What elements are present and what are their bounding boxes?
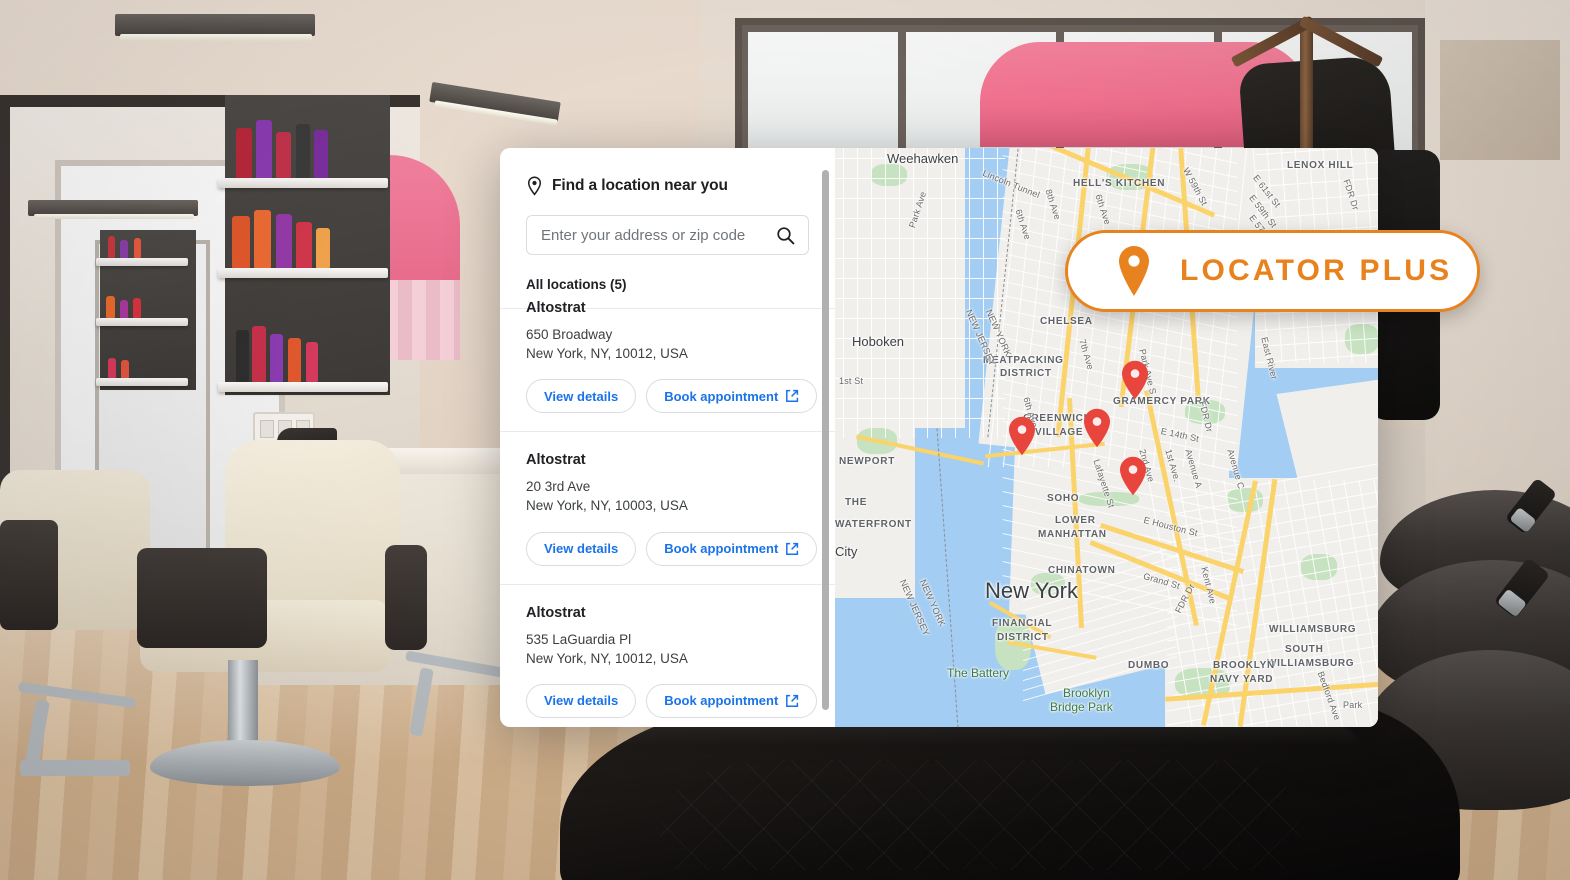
map-label: VILLAGE xyxy=(1035,427,1084,438)
badge-label: LOCATOR PLUS xyxy=(1180,254,1453,287)
map-label: Hoboken xyxy=(852,334,905,349)
book-appointment-label: Book appointment xyxy=(664,693,779,709)
location-actions: View details Book appointment xyxy=(526,379,818,414)
location-card[interactable]: Altostrat 650 Broadway New York, NY, 10012… xyxy=(500,280,835,433)
search-box[interactable] xyxy=(526,215,809,255)
location-actions: View details Book appointment xyxy=(526,683,818,718)
external-link-icon xyxy=(785,542,799,556)
locator-plus-badge: LOCATOR PLUS xyxy=(1065,230,1480,312)
locations-panel: Find a location near you All locations (… xyxy=(500,148,835,727)
map-label: Bridge Park xyxy=(1050,700,1113,714)
panel-scrollbar-track[interactable] xyxy=(822,158,832,715)
location-city-line: New York, NY, 10012, USA xyxy=(526,346,688,362)
map-marker[interactable] xyxy=(1120,360,1150,400)
location-actions: View details Book appointment xyxy=(526,531,818,566)
location-card[interactable]: Altostrat 535 LaGuardia Pl New York, NY, 1… xyxy=(500,585,835,727)
map-label: 1st St xyxy=(839,376,864,386)
search-icon[interactable] xyxy=(776,226,795,245)
book-appointment-button[interactable]: Book appointment xyxy=(646,379,818,414)
location-street: 650 Broadway xyxy=(526,327,613,342)
location-address: 650 Broadway New York, NY, 10012, USA xyxy=(526,325,809,363)
screenshot-root: Find a location near you All locations (… xyxy=(0,0,1570,880)
map-label: City xyxy=(835,544,858,559)
map-label: Park xyxy=(1343,700,1363,710)
location-city-line: New York, NY, 10003, USA xyxy=(526,498,688,514)
book-appointment-label: Book appointment xyxy=(664,541,779,557)
book-appointment-button[interactable]: Book appointment xyxy=(646,531,818,566)
map-pin-icon xyxy=(526,176,543,196)
map-label: Brooklyn xyxy=(1063,686,1110,700)
map-label: LOWER xyxy=(1055,515,1096,526)
map-label: DUMBO xyxy=(1128,660,1170,671)
map-label: CHELSEA xyxy=(1040,316,1093,327)
map-marker[interactable] xyxy=(1082,408,1112,448)
map-label: MANHATTAN xyxy=(1038,529,1107,540)
book-appointment-button[interactable]: Book appointment xyxy=(646,683,818,718)
external-link-icon xyxy=(785,389,799,403)
map-label: WATERFRONT xyxy=(835,519,912,530)
map-label: Weehawken xyxy=(887,151,959,166)
location-street: 20 3rd Ave xyxy=(526,479,591,495)
map-label: WILLIAMSBURG xyxy=(1267,658,1355,669)
map-label: CHINATOWN xyxy=(1048,565,1116,576)
search-input[interactable] xyxy=(541,226,770,244)
location-name: Altostrat xyxy=(526,604,586,621)
locations-list[interactable]: Altostrat 650 Broadway New York, NY, 10012… xyxy=(500,280,835,727)
view-details-button[interactable]: View details xyxy=(526,379,637,414)
map-label: DISTRICT xyxy=(997,632,1049,643)
view-details-button[interactable]: View details xyxy=(526,531,637,566)
map-label: New York xyxy=(985,578,1078,603)
panel-title: Find a location near you xyxy=(552,177,728,194)
map-label: BROOKLYN xyxy=(1213,660,1275,671)
map-label: THE xyxy=(845,497,868,508)
map-label: FINANCIAL xyxy=(992,618,1053,629)
external-link-icon xyxy=(785,694,799,708)
map-pin-icon xyxy=(1114,245,1154,297)
map-label: NAVY YARD xyxy=(1210,674,1274,685)
map-label: SOHO xyxy=(1047,493,1080,504)
map-label: The Battery xyxy=(947,666,1010,680)
panel-scrollbar-thumb[interactable] xyxy=(822,170,829,710)
location-street: 535 LaGuardia Pl xyxy=(526,631,632,647)
map-marker[interactable] xyxy=(1007,416,1037,456)
map-label: SOUTH xyxy=(1285,644,1324,655)
location-name: Altostrat xyxy=(526,300,586,316)
map-label: WILLIAMSBURG xyxy=(1269,624,1357,635)
location-name: Altostrat xyxy=(526,452,586,469)
map-label: HELL'S KITCHEN xyxy=(1073,178,1166,189)
location-city-line: New York, NY, 10012, USA xyxy=(526,650,688,666)
book-appointment-label: Book appointment xyxy=(664,388,779,404)
view-details-button[interactable]: View details xyxy=(526,683,637,718)
map-label: DISTRICT xyxy=(1000,368,1052,379)
map-marker[interactable] xyxy=(1118,456,1148,496)
location-address: 535 LaGuardia Pl New York, NY, 10012, USA xyxy=(526,630,809,668)
panel-header-row: Find a location near you xyxy=(526,176,809,196)
map-park xyxy=(871,164,907,186)
map-label: NEWPORT xyxy=(839,456,896,467)
location-card[interactable]: Altostrat 20 3rd Ave New York, NY, 10003, … xyxy=(500,432,835,585)
map-label: LENOX HILL xyxy=(1287,160,1354,171)
location-address: 20 3rd Ave New York, NY, 10003, USA xyxy=(526,477,809,515)
